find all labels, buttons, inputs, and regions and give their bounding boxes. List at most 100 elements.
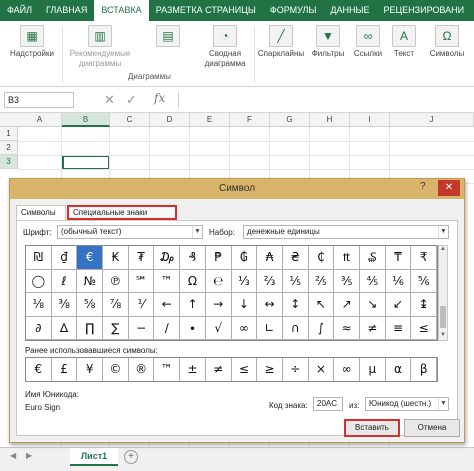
symbol-cell[interactable]: ⅓ (231, 269, 258, 293)
symbol-cell[interactable]: ↕ (282, 293, 309, 317)
scroll-down-icon[interactable]: ▼ (439, 332, 447, 338)
from-select[interactable]: Юникод (шестн.) ▼ (365, 397, 449, 411)
symbol-cell[interactable]: ∑ (103, 316, 129, 340)
insert-function-icon[interactable]: fx (154, 91, 165, 105)
row-header[interactable]: 2 (0, 141, 18, 155)
sheet-tab[interactable]: Лист1 (70, 448, 118, 466)
symbol-cell[interactable]: ™ (154, 269, 181, 293)
recent-symbol-cell[interactable]: £ (52, 358, 78, 381)
scroll-thumb[interactable] (440, 306, 446, 328)
symbol-cell[interactable]: ∏ (77, 316, 104, 340)
row-header[interactable]: 3 (0, 155, 18, 169)
symbol-cell[interactable]: ℗ (103, 269, 129, 293)
symbol-cell[interactable]: ₪ (26, 246, 52, 270)
symbol-cell[interactable]: ◯ (26, 269, 52, 293)
symbol-cell[interactable]: ⅔ (257, 269, 283, 293)
symbol-cell[interactable]: ∕ (154, 316, 181, 340)
name-box[interactable]: B3 (4, 92, 74, 108)
symbol-cell[interactable]: ∞ (231, 316, 258, 340)
symbol-cell[interactable]: ⅙ (385, 269, 412, 293)
recent-symbol-cell[interactable]: β (411, 358, 437, 381)
symbol-cell[interactable]: ∫ (308, 316, 335, 340)
symbol-cell[interactable]: ⅗ (334, 269, 360, 293)
confirm-entry-icon[interactable]: ✓ (126, 91, 137, 109)
links-button[interactable]: ∞ Ссылки (350, 21, 386, 87)
symbols-button[interactable]: Ω Символы (422, 21, 472, 87)
ribbon-tab[interactable]: РЕЦЕНЗИРОВАНИ (377, 0, 472, 21)
symbol-cell[interactable]: ₮ (128, 246, 155, 270)
ribbon-tab[interactable]: ФОРМУЛЫ (263, 0, 324, 21)
ribbon-tab[interactable]: ГЛАВНАЯ (39, 0, 94, 21)
column-header[interactable]: B (62, 113, 110, 127)
cancel-button[interactable]: Отмена (404, 419, 460, 437)
recommended-charts-button[interactable]: ▥ Рекомендуемые диаграммы (64, 21, 136, 87)
symbol-cell[interactable]: ∩ (282, 316, 309, 340)
symbol-cell[interactable]: ₱ (205, 246, 232, 270)
symbol-cell[interactable]: ℓ (51, 269, 78, 293)
ribbon-tab[interactable]: РАЗМЕТКА СТРАНИЦЫ (149, 0, 263, 21)
add-sheet-icon[interactable]: + (124, 450, 138, 464)
symbol-cell[interactable]: ℮ (205, 269, 232, 293)
prev-sheet-icon[interactable]: ◀ (10, 451, 16, 460)
symbol-cell[interactable]: ∙ (180, 316, 206, 340)
symbol-cell[interactable]: ← (154, 293, 181, 317)
addins-button[interactable]: ▦ Надстройки (4, 21, 60, 87)
symbol-cell[interactable]: ₰ (180, 246, 206, 270)
recent-symbol-cell[interactable]: ≤ (232, 358, 258, 381)
symbol-cell[interactable]: ≤ (411, 316, 437, 340)
tab-special-characters[interactable]: Специальные знаки (67, 205, 177, 220)
help-icon[interactable]: ? (420, 181, 426, 192)
symbol-cell[interactable]: − (128, 316, 155, 340)
symbol-cell[interactable]: ≈ (334, 316, 360, 340)
symbol-cell[interactable]: ⅝ (77, 293, 104, 317)
symbol-cell[interactable]: ≡ (385, 316, 412, 340)
symbol-cell[interactable]: ₹ (411, 246, 437, 270)
symbol-cell[interactable]: ⅛ (26, 293, 52, 317)
recent-symbol-cell[interactable]: ÷ (283, 358, 309, 381)
recent-symbol-cell[interactable]: ¥ (77, 358, 104, 381)
symbol-cell[interactable]: ₸ (385, 246, 412, 270)
recent-symbol-cell[interactable]: ≠ (206, 358, 232, 381)
filters-button[interactable]: ▼ Фильтры (308, 21, 348, 87)
symbol-cell[interactable]: ↖ (308, 293, 335, 317)
symbol-cell[interactable]: ₷ (359, 246, 386, 270)
recent-symbol-cell[interactable]: © (103, 358, 129, 381)
symbol-cell[interactable]: ↔ (257, 293, 283, 317)
symbol-cell[interactable]: ₶ (334, 246, 360, 270)
symbol-cell[interactable]: ₫ (51, 246, 78, 270)
symbol-cell[interactable]: ⅘ (359, 269, 386, 293)
ribbon-tab[interactable]: ФАЙЛ (0, 0, 39, 21)
symbol-cell[interactable]: ⅕ (282, 269, 309, 293)
insert-button[interactable]: Вставить (344, 419, 400, 437)
recent-symbol-cell[interactable]: € (26, 358, 52, 381)
symbol-cell[interactable]: ⅚ (411, 269, 437, 293)
symbol-cell[interactable]: ↘ (359, 293, 386, 317)
symbol-cell[interactable]: № (77, 269, 104, 293)
column-header[interactable]: G (270, 113, 310, 127)
symbol-cell[interactable]: ↙ (385, 293, 412, 317)
recent-symbol-cell[interactable]: ≥ (257, 358, 283, 381)
column-header[interactable]: I (350, 113, 390, 127)
recent-symbol-cell[interactable]: µ (360, 358, 386, 381)
ribbon-tab[interactable]: ВСТАВКА (94, 0, 149, 21)
symbol-cell[interactable]: ↑ (180, 293, 206, 317)
ribbon-tab[interactable]: ДАННЫЕ (323, 0, 376, 21)
column-header[interactable]: J (390, 113, 474, 127)
symbol-cell[interactable]: ↨ (411, 293, 437, 317)
symbol-cell[interactable]: ↗ (334, 293, 360, 317)
subset-select[interactable]: денежные единицы ▼ (243, 225, 449, 239)
symbol-cell[interactable]: ⅟ (128, 293, 155, 317)
column-header[interactable]: C (110, 113, 150, 127)
close-button[interactable]: ✕ (438, 180, 460, 196)
symbol-cell[interactable]: € (77, 246, 104, 270)
selected-cell[interactable] (62, 155, 110, 170)
recent-symbol-cell[interactable]: ® (129, 358, 155, 381)
recent-symbol-cell[interactable]: ∞ (334, 358, 360, 381)
scroll-up-icon[interactable]: ▲ (439, 246, 447, 252)
recent-symbol-cell[interactable]: ± (180, 358, 206, 381)
symbol-cell[interactable]: ₯ (154, 246, 181, 270)
recent-symbol-cell[interactable]: ™ (154, 358, 181, 381)
symbol-cell[interactable]: ₳ (257, 246, 283, 270)
formula-input[interactable] (178, 91, 468, 109)
symbol-cell[interactable]: ↓ (231, 293, 258, 317)
